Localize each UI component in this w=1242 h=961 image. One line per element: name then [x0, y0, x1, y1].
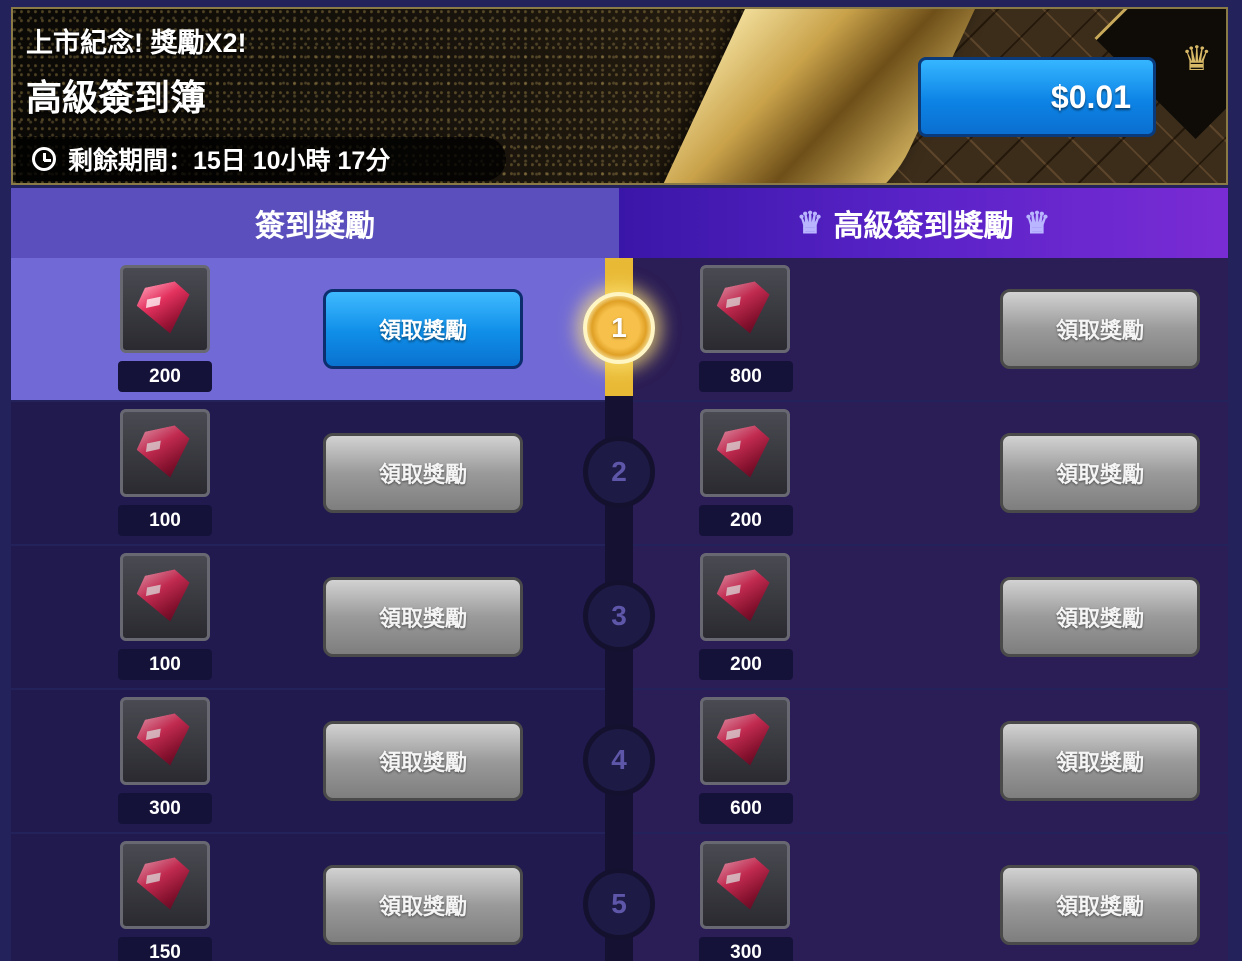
reward-quantity: 600: [699, 793, 793, 824]
premium-reward-cell: 800 領取獎勵: [633, 258, 1228, 400]
reward-item-slot[interactable]: [120, 553, 210, 641]
claim-button[interactable]: 領取獎勵: [323, 721, 523, 801]
banner-title: 高級簽到簿: [26, 77, 207, 118]
ruby-gem-icon: [713, 711, 776, 771]
reward-quantity: 200: [699, 505, 793, 536]
tab-normal-label: 簽到獎勵: [255, 210, 375, 243]
claim-button[interactable]: 領取獎勵: [323, 289, 523, 369]
buy-premium-button[interactable]: $0.01: [918, 57, 1156, 137]
premium-reward-cell: 600 領取獎勵: [633, 690, 1228, 832]
reward-quantity: 150: [118, 937, 212, 961]
claim-button[interactable]: 領取獎勵: [323, 865, 523, 945]
normal-reward-cell: 100 領取獎勵: [11, 546, 605, 688]
ruby-gem-icon: [133, 567, 196, 627]
claim-button[interactable]: 領取獎勵: [323, 577, 523, 657]
reward-item-slot[interactable]: [700, 409, 790, 497]
premium-reward-cell: 300 領取獎勵: [633, 834, 1228, 961]
crown-icon: ♛: [796, 206, 824, 240]
tab-normal-rewards: 簽到獎勵: [11, 188, 619, 258]
crown-icon: ♛: [1023, 206, 1051, 240]
claim-button[interactable]: 領取獎勵: [323, 433, 523, 513]
daily-checkin-panel: ♛ 上市紀念! 獎勵X2! 高級簽到簿 剩餘期間：15日 10小時 17分 $0…: [0, 0, 1242, 961]
reward-item-slot[interactable]: [700, 697, 790, 785]
normal-reward-cell: 200 領取獎勵: [11, 258, 605, 400]
normal-reward-cell: 150 領取獎勵: [11, 834, 605, 961]
normal-reward-cell: 300 領取獎勵: [11, 690, 605, 832]
premium-reward-cell: 200 領取獎勵: [633, 402, 1228, 544]
day-marker: 3: [583, 580, 655, 652]
ruby-gem-icon: [133, 855, 196, 915]
claim-button[interactable]: 領取獎勵: [1000, 577, 1200, 657]
reward-quantity: 100: [118, 649, 212, 680]
normal-reward-cell: 100 領取獎勵: [11, 402, 605, 544]
reward-item-slot[interactable]: [700, 841, 790, 929]
day-marker: 1: [583, 292, 655, 364]
clock-icon: [32, 147, 56, 171]
ruby-gem-icon: [133, 423, 196, 483]
claim-button[interactable]: 領取獎勵: [1000, 289, 1200, 369]
reward-item-slot[interactable]: [120, 841, 210, 929]
reward-item-slot[interactable]: [700, 553, 790, 641]
tab-premium-rewards: ♛ 高級簽到獎勵 ♛: [619, 188, 1228, 258]
claim-button[interactable]: 領取獎勵: [1000, 721, 1200, 801]
reward-item-slot[interactable]: [120, 265, 210, 353]
ruby-gem-icon: [713, 567, 776, 627]
remaining-time-pill: 剩餘期間：15日 10小時 17分: [16, 137, 506, 181]
reward-quantity: 200: [699, 649, 793, 680]
day-marker: 4: [583, 724, 655, 796]
premium-checkin-banner: ♛ 上市紀念! 獎勵X2! 高級簽到簿 剩餘期間：15日 10小時 17分 $0…: [11, 7, 1228, 185]
reward-quantity: 100: [118, 505, 212, 536]
reward-quantity: 800: [699, 361, 793, 392]
tab-premium-label: 高級簽到獎勵: [833, 210, 1014, 243]
remaining-time-text: 剩餘期間：15日 10小時 17分: [68, 147, 391, 175]
reward-item-slot[interactable]: [700, 265, 790, 353]
claim-button[interactable]: 領取獎勵: [1000, 865, 1200, 945]
premium-reward-cell: 200 領取獎勵: [633, 546, 1228, 688]
claim-button[interactable]: 領取獎勵: [1000, 433, 1200, 513]
reward-item-slot[interactable]: [120, 409, 210, 497]
ruby-gem-icon: [133, 279, 196, 339]
reward-quantity: 300: [699, 937, 793, 961]
reward-quantity: 300: [118, 793, 212, 824]
ruby-gem-icon: [713, 855, 776, 915]
day-marker: 5: [583, 868, 655, 940]
ruby-gem-icon: [713, 423, 776, 483]
promo-text: 上市紀念! 獎勵X2!: [26, 28, 247, 58]
day-marker: 2: [583, 436, 655, 508]
reward-item-slot[interactable]: [120, 697, 210, 785]
reward-quantity: 200: [118, 361, 212, 392]
ruby-gem-icon: [133, 711, 196, 771]
ruby-gem-icon: [713, 279, 776, 339]
crown-icon: ♛: [1181, 39, 1212, 79]
